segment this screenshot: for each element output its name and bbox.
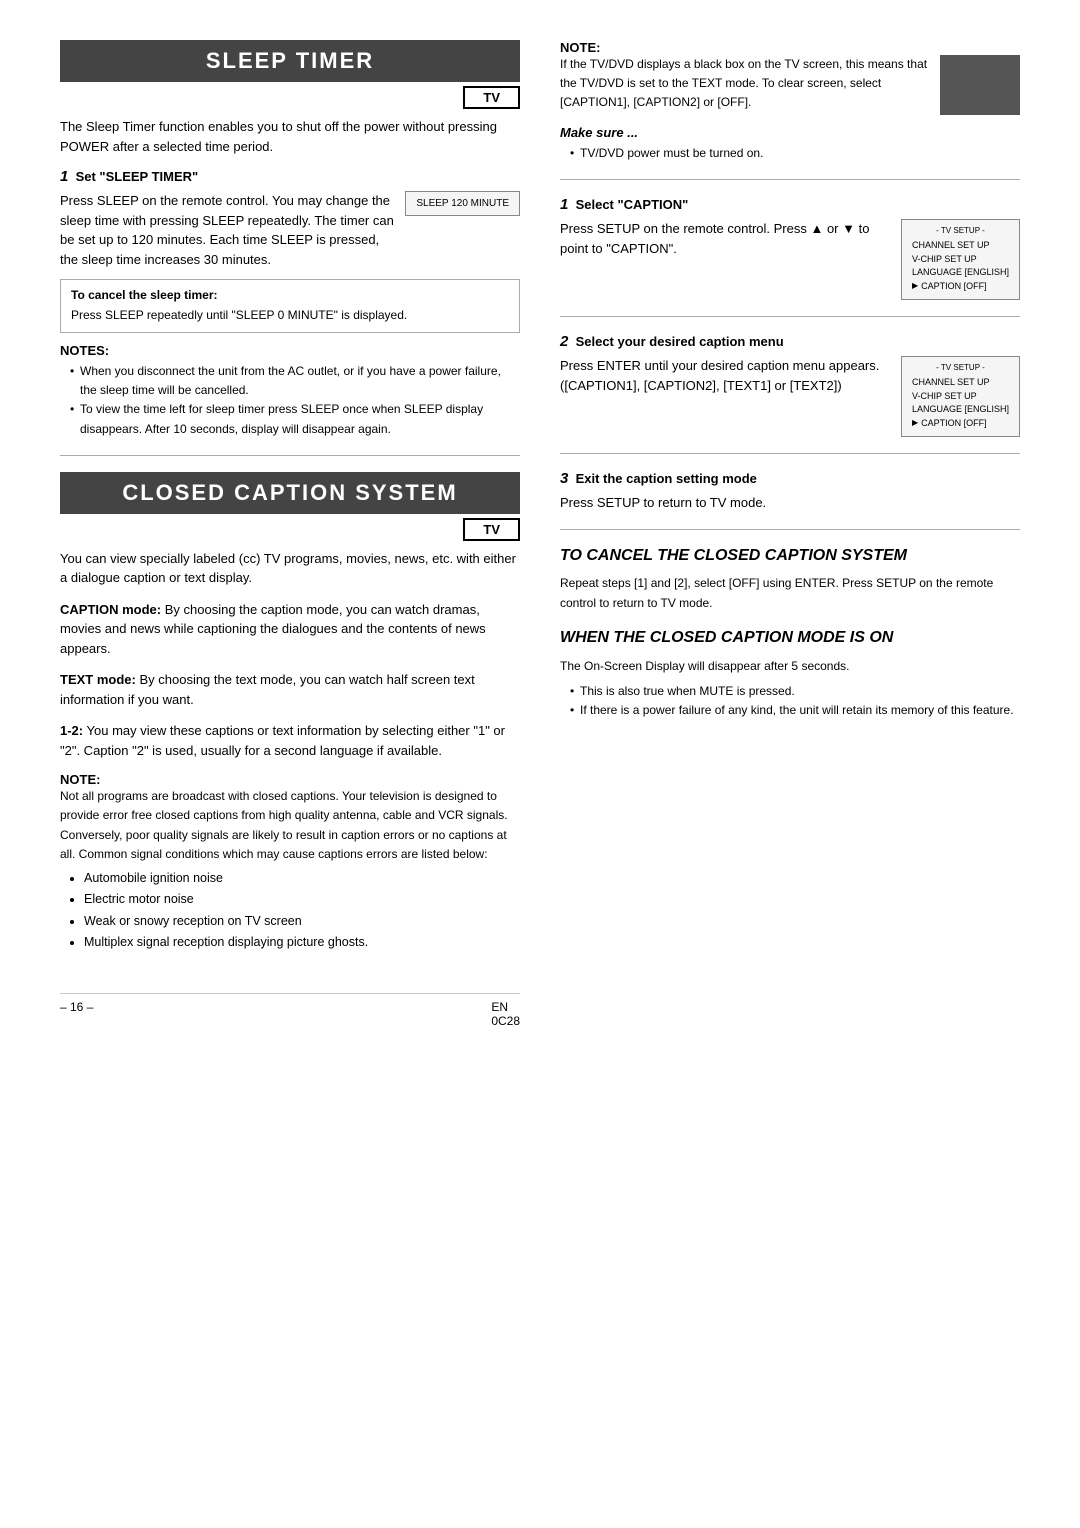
- right-step1-content: Press SETUP on the remote control. Press…: [560, 219, 1020, 300]
- cancel-title: To cancel the sleep timer:: [71, 288, 509, 302]
- footer-right: EN 0C28: [491, 1000, 520, 1028]
- page-layout: SLEEP TIMER TV The Sleep Timer function …: [60, 40, 1020, 1028]
- cc-tv-badge-row: TV: [60, 522, 520, 549]
- tv-badge: TV: [463, 86, 520, 109]
- cc-text-mode-label: TEXT mode:: [60, 672, 136, 687]
- make-sure-label: Make sure ...: [560, 125, 1020, 140]
- right-step2-menu: - TV SETUP - CHANNEL SET UP V-CHIP SET U…: [901, 356, 1020, 437]
- step1-text: Press SLEEP on the remote control. You m…: [60, 191, 395, 269]
- right-step1-num: 1: [560, 196, 568, 213]
- cc-note-bullet-3: Weak or snowy reception on TV screen: [84, 911, 520, 932]
- footer-code: 0C28: [491, 1014, 520, 1028]
- right-note-box: If the TV/DVD displays a black box on th…: [560, 55, 1020, 115]
- sleep-timer-screen: SLEEP 120 MINUTE: [405, 191, 520, 216]
- note-item-2: To view the time left for sleep timer pr…: [70, 400, 520, 438]
- right-step3-header: 3 Exit the caption setting mode: [560, 470, 1020, 487]
- right-step1-block: 1 Select "CAPTION" Press SETUP on the re…: [560, 196, 1020, 300]
- when-closed-bullets: This is also true when MUTE is pressed. …: [560, 682, 1020, 720]
- step1-num: 1: [60, 168, 68, 185]
- cancel-box: To cancel the sleep timer: Press SLEEP r…: [60, 279, 520, 333]
- when-closed-text: The On-Screen Display will disappear aft…: [560, 657, 1020, 676]
- cc-caption-mode-label: CAPTION mode:: [60, 602, 161, 617]
- cc-note-bullet-2: Electric motor noise: [84, 889, 520, 910]
- step2-menu-item-3-selected: CAPTION [OFF]: [912, 417, 1009, 431]
- right-step1-title: Select "CAPTION": [576, 197, 689, 212]
- cc-intro: You can view specially labeled (cc) TV p…: [60, 549, 520, 588]
- right-step3-text: Press SETUP to return to TV mode.: [560, 493, 1020, 513]
- cc-note-bullet-4: Multiplex signal reception displaying pi…: [84, 932, 520, 953]
- right-note-text: If the TV/DVD displays a black box on th…: [560, 55, 928, 115]
- right-step1-menu: - TV SETUP - CHANNEL SET UP V-CHIP SET U…: [901, 219, 1020, 300]
- right-step3-title: Exit the caption setting mode: [576, 471, 757, 486]
- left-column: SLEEP TIMER TV The Sleep Timer function …: [60, 40, 520, 1028]
- to-cancel-text: Repeat steps [1] and [2], select [OFF] u…: [560, 574, 1020, 612]
- make-sure-list: TV/DVD power must be turned on.: [560, 144, 1020, 163]
- right-step3-num: 3: [560, 470, 568, 487]
- menu-item-3-selected: CAPTION [OFF]: [912, 280, 1009, 294]
- right-step2-text: Press ENTER until your desired caption m…: [560, 356, 891, 395]
- right-step3-block: 3 Exit the caption setting mode Press SE…: [560, 470, 1020, 513]
- black-square-illustration: [940, 55, 1020, 115]
- divider-1: [60, 455, 520, 456]
- footer-lang: EN: [491, 1000, 520, 1014]
- menu-item-1: V-CHIP SET UP: [912, 253, 1009, 267]
- cc-note-bullets: Automobile ignition noise Electric motor…: [60, 868, 520, 953]
- right-step1-text: Press SETUP on the remote control. Press…: [560, 219, 891, 258]
- step1-content: Press SLEEP on the remote control. You m…: [60, 191, 520, 269]
- cancel-text: Press SLEEP repeatedly until "SLEEP 0 MI…: [71, 306, 509, 324]
- closed-caption-header: CLOSED CAPTION SYSTEM: [60, 472, 520, 514]
- when-closed-header: WHEN THE CLOSED CAPTION MODE IS ON: [560, 628, 1020, 649]
- divider-right-3: [560, 453, 1020, 454]
- cc-note-text: Not all programs are broadcast with clos…: [60, 787, 520, 864]
- when-closed-block: WHEN THE CLOSED CAPTION MODE IS ON The O…: [560, 628, 1020, 720]
- cc-tv-badge: TV: [463, 518, 520, 541]
- cc-note-block: NOTE: Not all programs are broadcast wit…: [60, 772, 520, 953]
- right-step2-menu-title: - TV SETUP -: [912, 363, 1009, 372]
- right-step2-header: 2 Select your desired caption menu: [560, 333, 1020, 350]
- menu-item-2: LANGUAGE [ENGLISH]: [912, 266, 1009, 280]
- right-note-title: NOTE:: [560, 40, 1020, 55]
- right-step2-block: 2 Select your desired caption menu Press…: [560, 333, 1020, 437]
- cc-one-two-text: You may view these captions or text info…: [60, 723, 505, 758]
- right-column: NOTE: If the TV/DVD displays a black box…: [560, 40, 1020, 1028]
- step1-title: Set "SLEEP TIMER": [76, 169, 199, 184]
- cc-note-bullet-1: Automobile ignition noise: [84, 868, 520, 889]
- right-step1-header: 1 Select "CAPTION": [560, 196, 1020, 213]
- right-note-block: NOTE: If the TV/DVD displays a black box…: [560, 40, 1020, 115]
- note-item-1: When you disconnect the unit from the AC…: [70, 362, 520, 400]
- cc-one-two-label: 1-2:: [60, 723, 83, 738]
- divider-right-2: [560, 316, 1020, 317]
- sleep-timer-notes: NOTES: When you disconnect the unit from…: [60, 343, 520, 439]
- footer-page-num: – 16 –: [60, 1000, 93, 1028]
- menu-item-0: CHANNEL SET UP: [912, 239, 1009, 253]
- cc-note-title: NOTE:: [60, 772, 520, 787]
- to-cancel-block: TO CANCEL THE CLOSED CAPTION SYSTEM Repe…: [560, 546, 1020, 613]
- divider-right-4: [560, 529, 1020, 530]
- tv-badge-row: TV: [60, 90, 520, 117]
- when-closed-bullet-1: This is also true when MUTE is pressed.: [570, 682, 1020, 701]
- make-sure-item-1: TV/DVD power must be turned on.: [570, 144, 1020, 163]
- right-step1-menu-title: - TV SETUP -: [912, 226, 1009, 235]
- step1-header: 1 Set "SLEEP TIMER": [60, 168, 520, 185]
- sleep-timer-intro: The Sleep Timer function enables you to …: [60, 117, 520, 156]
- step2-menu-item-2: LANGUAGE [ENGLISH]: [912, 403, 1009, 417]
- step2-menu-item-0: CHANNEL SET UP: [912, 376, 1009, 390]
- when-closed-bullet-2: If there is a power failure of any kind,…: [570, 701, 1020, 720]
- to-cancel-header: TO CANCEL THE CLOSED CAPTION SYSTEM: [560, 546, 1020, 567]
- sleep-timer-section: SLEEP TIMER TV The Sleep Timer function …: [60, 40, 520, 439]
- right-step2-title: Select your desired caption menu: [576, 334, 784, 349]
- make-sure-block: Make sure ... TV/DVD power must be turne…: [560, 125, 1020, 163]
- right-step2-num: 2: [560, 333, 568, 350]
- divider-right-1: [560, 179, 1020, 180]
- right-step2-content: Press ENTER until your desired caption m…: [560, 356, 1020, 437]
- notes-title: NOTES:: [60, 343, 109, 358]
- step2-menu-item-1: V-CHIP SET UP: [912, 390, 1009, 404]
- notes-list: When you disconnect the unit from the AC…: [60, 362, 520, 439]
- cc-caption-mode: CAPTION mode: By choosing the caption mo…: [60, 600, 520, 659]
- cc-text-mode: TEXT mode: By choosing the text mode, yo…: [60, 670, 520, 709]
- footer: – 16 – EN 0C28: [60, 993, 520, 1028]
- closed-caption-section: CLOSED CAPTION SYSTEM TV You can view sp…: [60, 472, 520, 953]
- sleep-timer-header: SLEEP TIMER: [60, 40, 520, 82]
- cc-one-two: 1-2: You may view these captions or text…: [60, 721, 520, 760]
